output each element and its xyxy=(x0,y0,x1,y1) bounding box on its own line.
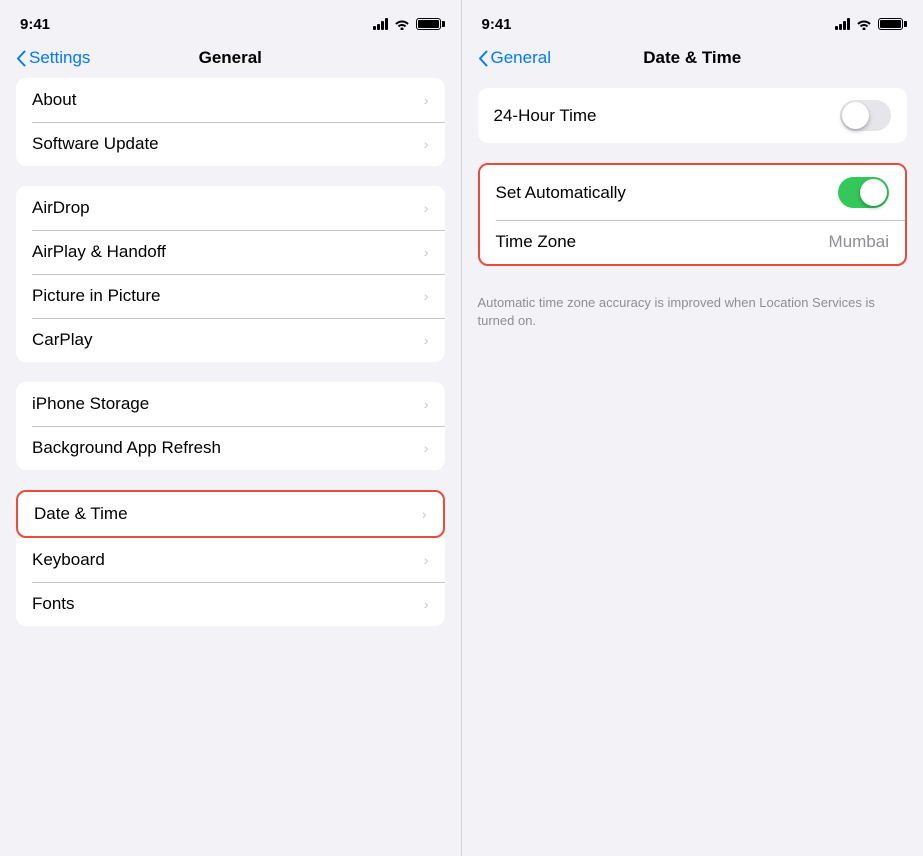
settings-group-1: About › Software Update › xyxy=(16,78,445,166)
right-battery-icon xyxy=(878,18,903,30)
timezone-value: Mumbai xyxy=(829,232,889,252)
right-back-label: General xyxy=(491,48,551,68)
right-status-icons xyxy=(835,18,903,30)
settings-group-5: Keyboard › Fonts › xyxy=(16,538,445,626)
24h-label: 24-Hour Time xyxy=(494,106,597,126)
row-keyboard[interactable]: Keyboard › xyxy=(16,538,445,582)
row-carplay[interactable]: CarPlay › xyxy=(16,318,445,362)
left-nav-title: General xyxy=(199,48,262,68)
right-back-button[interactable]: General xyxy=(478,48,551,68)
iphone-storage-chevron-icon: › xyxy=(424,396,429,412)
dt-note: Automatic time zone accuracy is improved… xyxy=(462,286,923,330)
about-label: About xyxy=(32,90,76,110)
settings-group-3: iPhone Storage › Background App Refresh … xyxy=(16,382,445,470)
fonts-chevron-icon: › xyxy=(424,596,429,612)
background-app-refresh-label: Background App Refresh xyxy=(32,438,221,458)
dt-group-24h: 24-Hour Time xyxy=(478,88,908,143)
row-background-app-refresh[interactable]: Background App Refresh › xyxy=(16,426,445,470)
date-time-chevron-icon: › xyxy=(422,506,427,522)
dt-row-24h[interactable]: 24-Hour Time xyxy=(478,88,908,143)
airplay-handoff-label: AirPlay & Handoff xyxy=(32,242,166,262)
about-chevron-icon: › xyxy=(424,92,429,108)
wifi-icon xyxy=(394,18,410,30)
row-fonts[interactable]: Fonts › xyxy=(16,582,445,626)
back-chevron-icon xyxy=(16,50,26,67)
right-signal-icon xyxy=(835,18,850,30)
settings-group-2: AirDrop › AirPlay & Handoff › Picture in… xyxy=(16,186,445,362)
row-about[interactable]: About › xyxy=(16,78,445,122)
left-status-icons xyxy=(373,18,441,30)
date-time-label: Date & Time xyxy=(34,504,128,524)
row-picture-in-picture[interactable]: Picture in Picture › xyxy=(16,274,445,318)
left-status-bar: 9:41 xyxy=(0,0,461,44)
iphone-storage-label: iPhone Storage xyxy=(32,394,149,414)
right-wifi-icon xyxy=(856,18,872,30)
dt-group-auto-tz: Set Automatically Time Zone Mumbai xyxy=(478,163,908,266)
right-nav-bar: General Date & Time xyxy=(462,44,923,78)
left-panel: 9:41 Settings General About xyxy=(0,0,461,856)
keyboard-chevron-icon: › xyxy=(424,552,429,568)
set-auto-label: Set Automatically xyxy=(496,183,626,203)
right-panel: 9:41 General Date & Time 24-Hour xyxy=(462,0,923,856)
picture-in-picture-label: Picture in Picture xyxy=(32,286,161,306)
left-back-button[interactable]: Settings xyxy=(16,48,90,68)
settings-group-4-highlighted: Date & Time › xyxy=(16,490,445,538)
software-update-chevron-icon: › xyxy=(424,136,429,152)
left-status-time: 9:41 xyxy=(20,16,50,33)
signal-icon xyxy=(373,18,388,30)
airdrop-chevron-icon: › xyxy=(424,200,429,216)
airplay-handoff-chevron-icon: › xyxy=(424,244,429,260)
left-nav-bar: Settings General xyxy=(0,44,461,78)
background-app-refresh-chevron-icon: › xyxy=(424,440,429,456)
keyboard-label: Keyboard xyxy=(32,550,105,570)
left-back-label: Settings xyxy=(29,48,90,68)
airdrop-label: AirDrop xyxy=(32,198,90,218)
right-back-chevron-icon xyxy=(478,50,488,67)
24h-toggle[interactable] xyxy=(840,100,891,131)
fonts-label: Fonts xyxy=(32,594,75,614)
set-auto-toggle[interactable] xyxy=(838,177,889,208)
dt-content: 24-Hour Time Set Automatically Time Zone… xyxy=(462,88,923,330)
right-status-time: 9:41 xyxy=(482,16,512,33)
row-software-update[interactable]: Software Update › xyxy=(16,122,445,166)
row-airdrop[interactable]: AirDrop › xyxy=(16,186,445,230)
right-nav-title: Date & Time xyxy=(643,48,741,68)
picture-in-picture-chevron-icon: › xyxy=(424,288,429,304)
set-auto-toggle-knob xyxy=(860,179,887,206)
row-airplay-handoff[interactable]: AirPlay & Handoff › xyxy=(16,230,445,274)
carplay-chevron-icon: › xyxy=(424,332,429,348)
right-status-bar: 9:41 xyxy=(462,0,923,44)
24h-toggle-knob xyxy=(842,102,869,129)
software-update-label: Software Update xyxy=(32,134,159,154)
dt-row-timezone[interactable]: Time Zone Mumbai xyxy=(480,220,906,264)
row-iphone-storage[interactable]: iPhone Storage › xyxy=(16,382,445,426)
timezone-label: Time Zone xyxy=(496,232,577,252)
carplay-label: CarPlay xyxy=(32,330,92,350)
battery-icon xyxy=(416,18,441,30)
dt-row-set-auto[interactable]: Set Automatically xyxy=(480,165,906,220)
row-date-time[interactable]: Date & Time › xyxy=(18,492,443,536)
left-settings-scroll: About › Software Update › AirDrop › AirP… xyxy=(0,78,461,856)
